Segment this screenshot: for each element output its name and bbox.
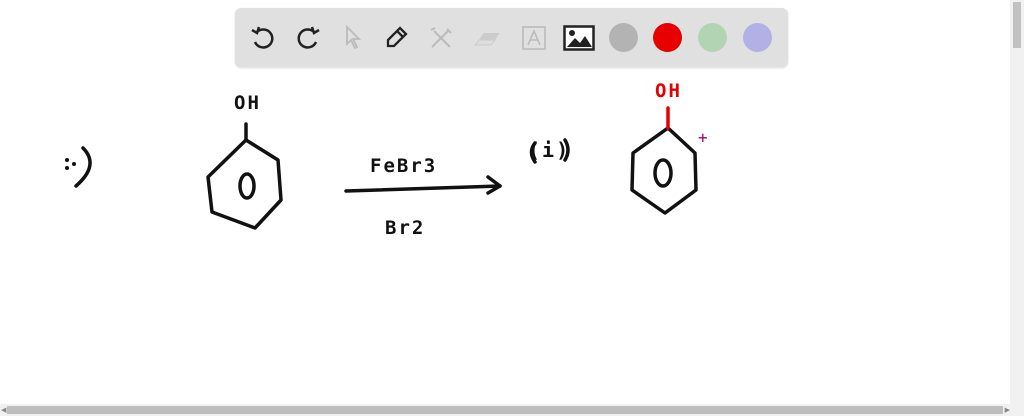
text-icon: [522, 26, 546, 50]
color-swatch-gray[interactable]: [609, 23, 638, 52]
vertical-scrollbar[interactable]: [1010, 0, 1024, 404]
horizontal-scroll-thumb[interactable]: [7, 406, 1003, 414]
step-label: (i): [528, 138, 571, 162]
reagent-br2: Br2: [385, 217, 426, 239]
reactant-inner-circle: [238, 172, 256, 200]
pen-button[interactable]: [381, 22, 413, 54]
vertical-scroll-thumb[interactable]: [1013, 2, 1021, 48]
undo-icon: [251, 26, 274, 49]
eraser-icon: [473, 33, 500, 46]
color-swatch-green[interactable]: [698, 23, 727, 52]
tools-button[interactable]: [425, 22, 457, 54]
color-swatch-red[interactable]: [653, 23, 682, 52]
text-button[interactable]: [518, 22, 550, 54]
reactant-ring: [206, 138, 283, 230]
image-button[interactable]: [563, 22, 595, 54]
product-oh-label: OH: [655, 80, 682, 102]
reaction-arrow: [344, 184, 502, 193]
undo-button[interactable]: [247, 22, 279, 54]
reactant-oh-label: OH: [234, 92, 261, 114]
eraser-button[interactable]: [471, 22, 503, 54]
image-icon: [563, 25, 595, 51]
pen-icon: [386, 26, 408, 48]
scroll-right-arrow-icon[interactable]: ▶: [1005, 406, 1010, 414]
redo-icon: [297, 26, 320, 49]
reagent-febr3: FeBr3: [370, 155, 438, 177]
product-ring: [630, 126, 698, 215]
select-icon: [346, 24, 362, 50]
horizontal-scrollbar[interactable]: ◀ ▶: [0, 404, 1024, 416]
color-swatch-purple[interactable]: [743, 23, 772, 52]
redo-button[interactable]: [292, 22, 324, 54]
question-paren: [74, 146, 92, 188]
tools-icon: [430, 27, 452, 48]
plus-sign: +: [698, 128, 710, 147]
select-button[interactable]: [337, 22, 369, 54]
product-inner-circle: [653, 158, 673, 188]
drawing-toolbar: [235, 8, 788, 67]
scroll-left-arrow-icon[interactable]: ◀: [1, 406, 6, 414]
